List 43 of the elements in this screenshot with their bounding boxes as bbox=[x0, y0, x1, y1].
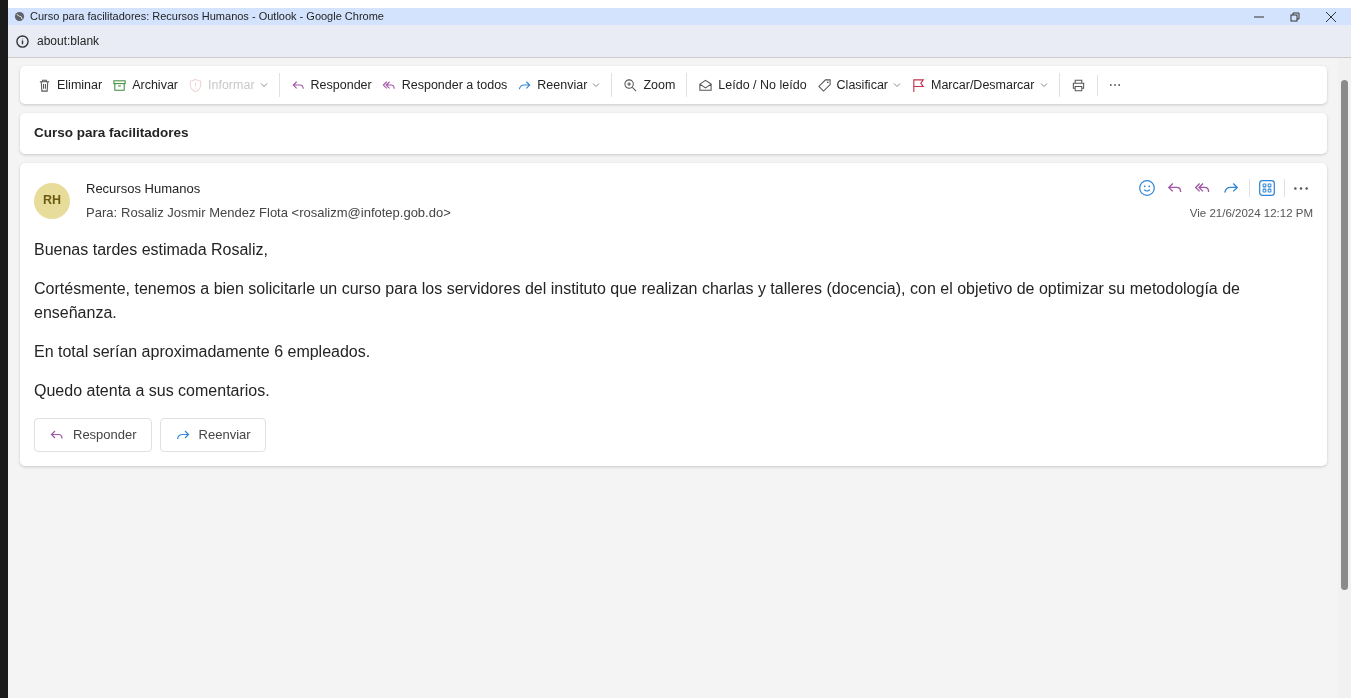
flag-icon bbox=[911, 77, 926, 93]
toolbar-button[interactable]: Eliminar bbox=[32, 72, 108, 98]
zoom-icon bbox=[623, 77, 639, 93]
toolbar-button[interactable]: Clasificar bbox=[811, 72, 906, 98]
restore-icon[interactable] bbox=[1289, 10, 1301, 23]
toolbar-button[interactable]: Reenviar bbox=[512, 72, 606, 98]
window-title: Curso para facilitadores: Recursos Humanos - Outlook - Google Chrome bbox=[30, 9, 384, 25]
more-icon bbox=[1294, 186, 1308, 190]
subject-title: Curso para facilitadores bbox=[34, 124, 189, 143]
reply-button[interactable]: Responder bbox=[34, 418, 152, 452]
recipient-label: Para: bbox=[86, 203, 118, 222]
info-icon[interactable] bbox=[16, 34, 29, 48]
message-paragraph: Cortésmente, tenemos a bien solicitarle un curso para los servidores del instituto que realizan charlas y talleres (docencia), con el objetivo de optimizar su metodología de enseñanza. bbox=[34, 279, 1241, 323]
message-date: Vie 21/6/2024 12:12 PM bbox=[1189, 206, 1313, 221]
message-paragraph: En total serían aproximadamente 6 empleados. bbox=[34, 341, 372, 362]
trash-icon bbox=[37, 77, 52, 93]
caret-icon bbox=[592, 81, 601, 89]
toolbar-button[interactable]: Zoom bbox=[618, 72, 681, 98]
tag-icon bbox=[816, 77, 832, 93]
caret-icon bbox=[259, 81, 268, 89]
printer-icon bbox=[1070, 77, 1086, 93]
toolbar-button[interactable]: Marcar/Desmarcar bbox=[906, 72, 1053, 98]
toolbar-button[interactable]: Archivar bbox=[107, 72, 183, 98]
caret-icon bbox=[893, 81, 901, 89]
sender-name: Recursos Humanos bbox=[86, 180, 202, 199]
apps-button[interactable] bbox=[1249, 179, 1285, 197]
forward-button[interactable]: Reenviar bbox=[159, 418, 266, 452]
message-paragraph: Quedo atenta a sus comentarios. bbox=[34, 381, 271, 401]
globe-icon bbox=[14, 11, 25, 22]
avatar: RH bbox=[34, 182, 70, 219]
envelope-icon bbox=[698, 77, 714, 93]
toolbar-button[interactable]: Responder a todos bbox=[376, 72, 513, 98]
message-paragraph: Buenas tardes estimada Rosaliz, bbox=[34, 240, 269, 261]
archive-icon bbox=[112, 77, 128, 93]
apps-icon bbox=[1258, 179, 1276, 197]
shield-icon bbox=[188, 77, 203, 93]
smiley-icon bbox=[1138, 179, 1156, 197]
toolbar-button[interactable]: Leído / No leído bbox=[693, 72, 812, 98]
address-bar[interactable]: about:blank bbox=[37, 32, 100, 50]
recipient: Rosaliz Josmir Mendez Flota <rosalizm@infotep.gob.do> bbox=[121, 203, 451, 222]
caret-icon bbox=[1039, 81, 1048, 89]
toolbar-button[interactable]: Responder bbox=[285, 72, 377, 98]
close-icon[interactable] bbox=[1325, 10, 1337, 23]
